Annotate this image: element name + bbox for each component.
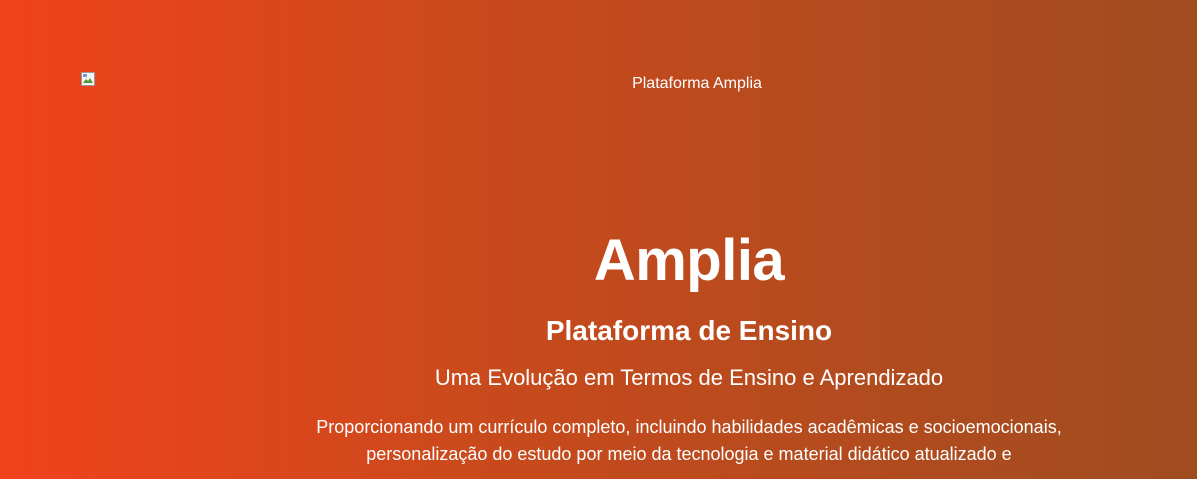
hero-tagline: Uma Evolução em Termos de Ensino e Apren… (434, 365, 944, 390)
logo-image[interactable]: Plataforma Amplia (0, 74, 1197, 94)
page-title: Amplia (593, 228, 785, 293)
hero-description: Proporcionando um currículo completo, in… (316, 417, 1062, 464)
page-subtitle: Plataforma de Ensino (545, 315, 833, 346)
hero-content: Amplia Plataforma de Ensino Uma Evolução… (0, 226, 1197, 468)
hero-section: Plataforma Amplia Amplia Plataforma de E… (0, 0, 1197, 479)
